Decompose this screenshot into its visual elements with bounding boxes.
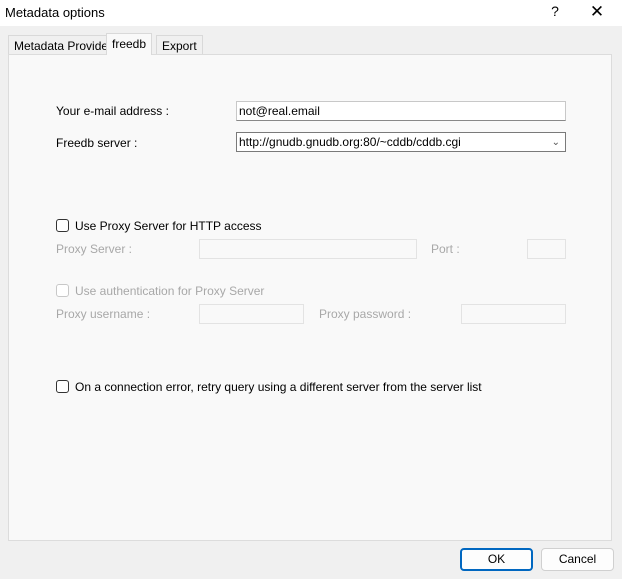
window-title: Metadata options <box>5 5 105 20</box>
use-auth-label: Use authentication for Proxy Server <box>75 284 265 298</box>
tab-metadata-provider[interactable]: Metadata Provider <box>8 35 119 55</box>
email-input[interactable]: not@real.email <box>236 101 566 121</box>
help-button[interactable]: ? <box>548 3 562 19</box>
use-auth-checkbox[interactable] <box>56 284 69 297</box>
proxy-username-input[interactable] <box>199 304 304 324</box>
ok-button[interactable]: OK <box>460 548 533 571</box>
cancel-button[interactable]: Cancel <box>541 548 614 571</box>
port-input[interactable] <box>527 239 566 259</box>
tab-export[interactable]: Export <box>156 35 203 55</box>
proxy-password-label: Proxy password : <box>319 307 412 321</box>
retry-label: On a connection error, retry query using… <box>75 380 482 394</box>
use-proxy-checkbox[interactable] <box>56 219 69 232</box>
email-label: Your e-mail address : <box>56 104 169 118</box>
chevron-down-icon: ⌄ <box>551 137 560 148</box>
close-icon[interactable]: ✕ <box>588 2 606 22</box>
tab-freedb[interactable]: freedb <box>106 33 153 55</box>
title-bar: Metadata options ? ✕ <box>0 0 622 26</box>
proxy-server-label: Proxy Server : <box>56 242 133 256</box>
server-label: Freedb server : <box>56 136 138 150</box>
port-label: Port : <box>431 242 460 256</box>
use-proxy-label: Use Proxy Server for HTTP access <box>75 219 262 233</box>
server-select[interactable]: http://gnudb.gnudb.org:80/~cddb/cddb.cgi… <box>236 132 566 152</box>
proxy-username-label: Proxy username : <box>56 307 151 321</box>
proxy-server-input[interactable] <box>199 239 417 259</box>
server-value: http://gnudb.gnudb.org:80/~cddb/cddb.cgi <box>239 135 461 149</box>
proxy-password-input[interactable] <box>461 304 566 324</box>
retry-checkbox[interactable] <box>56 380 69 393</box>
